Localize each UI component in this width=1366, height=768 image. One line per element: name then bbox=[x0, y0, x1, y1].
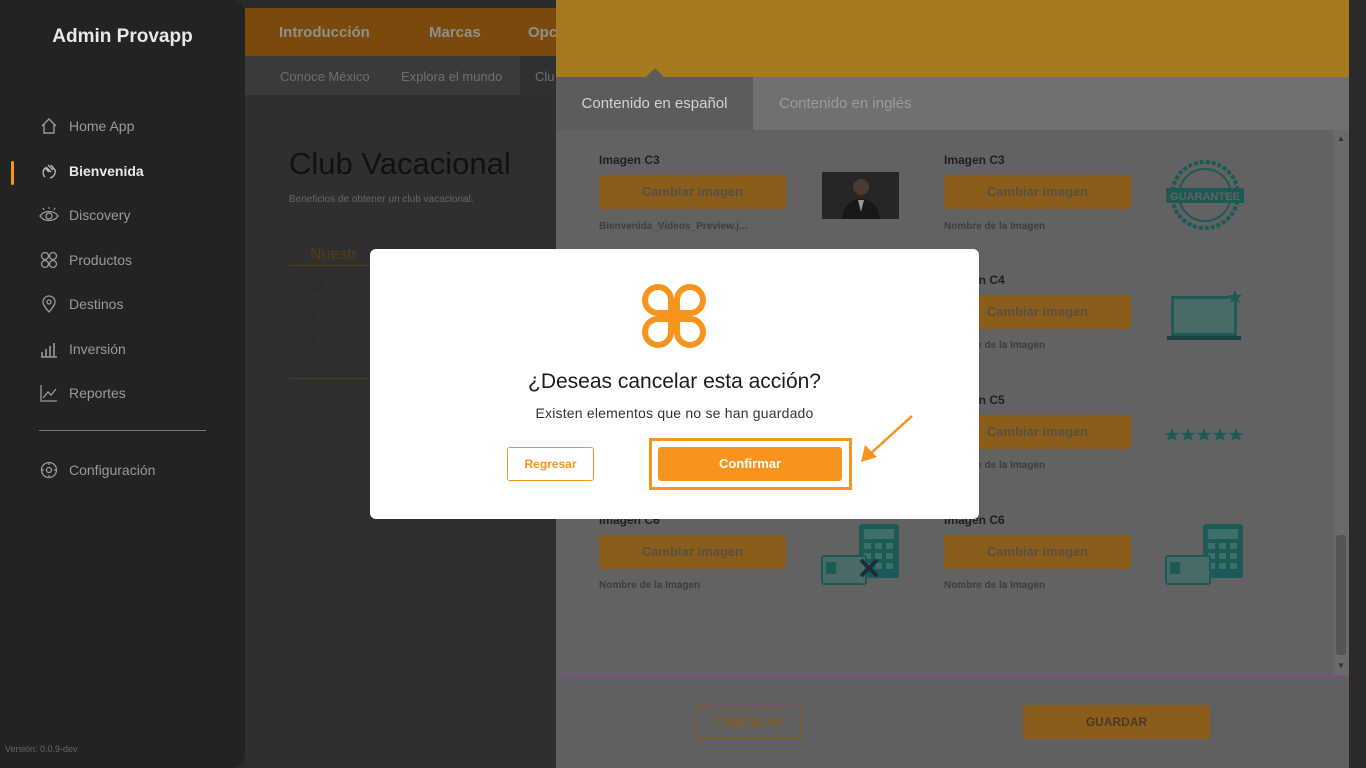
sidebar-item-label: Destinos bbox=[69, 296, 124, 312]
tab-contenido-espanol[interactable]: Contenido en español bbox=[556, 68, 753, 130]
page-subtitle: Beneficios de obtener un club vacacional… bbox=[289, 194, 474, 205]
top-nav: Introducción Marcas Opc bbox=[245, 8, 565, 56]
scrollbar-thumb[interactable] bbox=[1336, 535, 1346, 655]
sub-nav-explora[interactable]: Explora el mundo bbox=[401, 69, 502, 84]
image-filename: Nombre de la Imagen bbox=[599, 580, 701, 591]
sidebar-item-inversion[interactable]: Inversión bbox=[39, 337, 126, 361]
table-header-id: ID bbox=[310, 278, 323, 293]
five-stars-rating-icon bbox=[1165, 428, 1243, 441]
sidebar-item-label: Bienvenida bbox=[69, 163, 144, 179]
save-button[interactable]: GUARDAR bbox=[1023, 705, 1210, 739]
top-nav-marcas[interactable]: Marcas bbox=[429, 24, 481, 41]
sidebar-item-label: Configuración bbox=[69, 462, 156, 478]
change-image-button[interactable]: Cambiar imagen bbox=[944, 175, 1131, 209]
sub-nav-club[interactable]: Clu bbox=[535, 69, 555, 84]
scroll-up-icon[interactable]: ▲ bbox=[1333, 134, 1349, 143]
sidebar-item-reportes[interactable]: Reportes bbox=[39, 381, 126, 405]
provapp-logo bbox=[642, 284, 706, 348]
sidebar-item-destinos[interactable]: Destinos bbox=[39, 292, 123, 316]
cancel-button[interactable]: CANCELAR bbox=[696, 705, 802, 739]
section-title: Nuestr bbox=[310, 246, 358, 263]
table-row: 2 bbox=[310, 331, 318, 346]
confirm-button[interactable]: Confirmar bbox=[658, 447, 842, 481]
change-image-button[interactable]: Cambiar imagen bbox=[944, 535, 1131, 569]
hand-wave-icon bbox=[39, 161, 59, 181]
image-label: Imagen C3 bbox=[944, 153, 1005, 167]
page-title: Club Vacacional bbox=[289, 146, 511, 181]
pointer-arrow-icon bbox=[861, 415, 913, 462]
sidebar-item-label: Home App bbox=[69, 118, 135, 134]
sidebar-item-configuracion[interactable]: Configuración bbox=[39, 458, 155, 482]
portrait-thumbnail bbox=[822, 172, 899, 219]
bar-chart-icon bbox=[39, 339, 59, 359]
drawer-header bbox=[556, 0, 1349, 77]
calculator-card-icon bbox=[1165, 524, 1243, 585]
sub-nav-conoce-mexico[interactable]: Conoce México bbox=[280, 69, 370, 84]
gear-icon bbox=[39, 460, 59, 480]
sidebar-item-home-app[interactable]: Home App bbox=[39, 114, 134, 138]
calculator-card-rejected-icon bbox=[821, 524, 899, 585]
drawer-footer: CANCELAR GUARDAR bbox=[556, 675, 1349, 768]
image-filename: Nombre de la Imagen bbox=[944, 580, 1046, 591]
app-brand: Admin Provapp bbox=[52, 26, 193, 47]
tab-contenido-ingles[interactable]: Contenido en inglés bbox=[759, 77, 932, 130]
change-image-button[interactable]: Cambiar imagen bbox=[599, 175, 786, 209]
grid-icon bbox=[39, 250, 59, 270]
tab-label: Contenido en inglés bbox=[779, 95, 912, 112]
top-nav-opc[interactable]: Opc bbox=[528, 24, 557, 41]
sidebar-item-label: Inversión bbox=[69, 341, 126, 357]
image-label: Imagen C3 bbox=[599, 153, 660, 167]
scroll-down-icon[interactable]: ▼ bbox=[1333, 661, 1349, 670]
sidebar-item-discovery[interactable]: Discovery bbox=[39, 203, 130, 227]
dialog-title: ¿Deseas cancelar esta acción? bbox=[528, 370, 821, 393]
sidebar-item-label: Reportes bbox=[69, 385, 126, 401]
guarantee-badge-icon: GUARANTEE bbox=[1166, 160, 1244, 230]
tab-notch bbox=[646, 68, 664, 77]
sidebar-item-productos[interactable]: Productos bbox=[39, 248, 132, 272]
sidebar-divider bbox=[39, 430, 206, 431]
sub-nav: Conoce México Explora el mundo Clu bbox=[245, 56, 565, 95]
svg-text:GUARANTEE: GUARANTEE bbox=[1170, 191, 1240, 203]
eye-icon bbox=[39, 205, 59, 225]
top-nav-introduccion[interactable]: Introducción bbox=[279, 24, 370, 41]
sidebar-item-label: Productos bbox=[69, 252, 133, 268]
language-tabs: Contenido en español Contenido en inglés bbox=[556, 68, 1349, 130]
confirm-dialog: ¿Deseas cancelar esta acción? Existen el… bbox=[370, 249, 979, 519]
sidebar-item-bienvenida[interactable]: Bienvenida bbox=[39, 159, 144, 183]
location-pin-icon bbox=[39, 294, 59, 314]
back-button[interactable]: Regresar bbox=[507, 447, 594, 481]
image-filename: Bienvenida_Videos_Preview.j... bbox=[599, 221, 748, 232]
version-text: Versión: 0.0.9-dev bbox=[5, 744, 78, 754]
table-row: 1 bbox=[310, 306, 318, 321]
image-filename: Nombre de la Imagen bbox=[944, 221, 1046, 232]
tab-label: Contenido en español bbox=[581, 95, 728, 112]
laptop-icon bbox=[1167, 290, 1242, 340]
drawer-scrollbar[interactable]: ▲ ▼ bbox=[1333, 130, 1349, 675]
sidebar: Admin Provapp Home App Bienvenida Discov… bbox=[0, 0, 245, 768]
line-chart-icon bbox=[39, 383, 59, 403]
sidebar-item-label: Discovery bbox=[69, 207, 131, 223]
active-indicator bbox=[11, 161, 14, 185]
change-image-button[interactable]: Cambiar imagen bbox=[599, 535, 786, 569]
home-icon bbox=[39, 116, 59, 136]
